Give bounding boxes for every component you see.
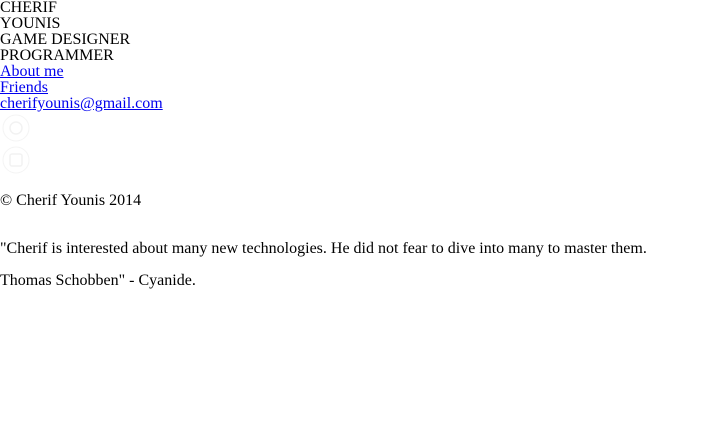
testimonial-author: Thomas Schobben" - Cyanide. (0, 272, 196, 289)
white-social-icon (2, 146, 30, 174)
main-nav: About me Friends cherifyounis@gmail.com (0, 64, 701, 112)
social-icon-2[interactable] (0, 144, 32, 176)
about-me-link[interactable]: About me (0, 64, 64, 80)
social-icon-1[interactable] (0, 112, 32, 144)
first-name: CHERIF (0, 0, 57, 16)
role-programmer: PROGRAMMER (0, 47, 114, 64)
testimonial-quote: "Cherif is interested about many new tec… (0, 240, 647, 257)
site-header: CHERIF YOUNIS GAME DESIGNER PROGRAMMER (0, 0, 701, 64)
social-icons (0, 112, 701, 176)
copyright-text: © Cherif Younis 2014 (0, 192, 142, 209)
white-social-icon (2, 114, 30, 142)
friends-link[interactable]: Friends (0, 80, 48, 96)
email-link[interactable]: cherifyounis@gmail.com (0, 96, 163, 112)
page: CHERIF YOUNIS GAME DESIGNER PROGRAMMER A… (0, 0, 701, 289)
role-game-designer: GAME DESIGNER (0, 31, 131, 48)
last-name: YOUNIS (0, 15, 61, 32)
